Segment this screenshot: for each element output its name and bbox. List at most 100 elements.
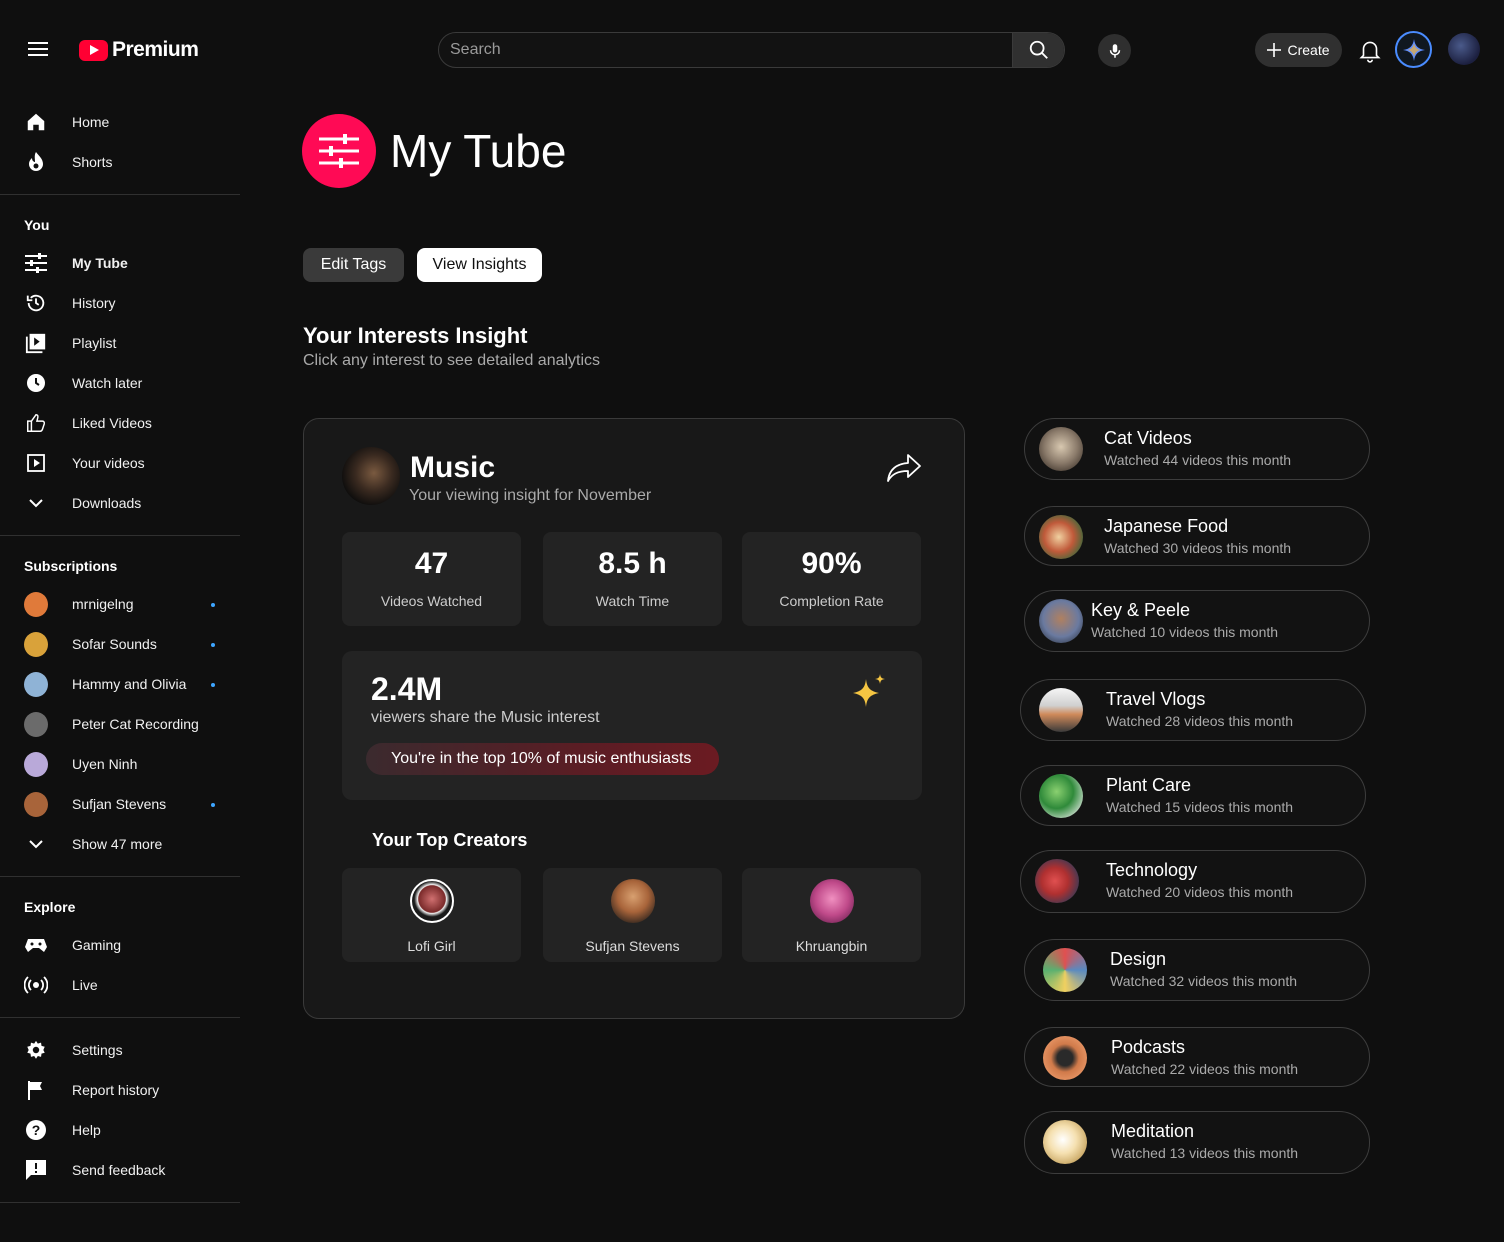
- interest-title: Cat Videos: [1104, 428, 1192, 448]
- interest-title: Key & Peele: [1091, 600, 1191, 620]
- interest-title: Travel Vlogs: [1106, 689, 1206, 709]
- subscription-label: Uyen Ninh: [72, 756, 138, 772]
- viewers-panel: 2.4M viewers share the Music interest Yo…: [342, 651, 922, 800]
- interest-item-plant-care[interactable]: Plant Care Watched 15 videos this month: [1020, 765, 1366, 826]
- youtube-logo-icon: [79, 39, 108, 61]
- stat-completion-rate: 90% Completion Rate: [742, 532, 921, 626]
- subscription-label: Sofar Sounds: [72, 636, 157, 652]
- live-icon: [24, 973, 48, 997]
- subscription-item[interactable]: Uyen Ninh: [0, 744, 240, 784]
- account-avatar[interactable]: [1448, 33, 1480, 65]
- subscription-item[interactable]: Hammy and Olivia: [0, 664, 240, 704]
- section-title-subscriptions: Subscriptions: [24, 558, 118, 574]
- sidebar-item-label: Shorts: [72, 154, 113, 170]
- sidebar-item-report-history[interactable]: Report history: [0, 1070, 240, 1110]
- view-insights-button[interactable]: View Insights: [417, 248, 542, 282]
- subscription-label: Sufjan Stevens: [72, 796, 167, 812]
- interest-item-travel-vlogs[interactable]: Travel Vlogs Watched 28 videos this mont…: [1020, 679, 1366, 741]
- clock-icon: [24, 371, 48, 395]
- stat-watch-time: 8.5 h Watch Time: [543, 532, 722, 626]
- sidebar-item-label: My Tube: [72, 255, 128, 271]
- youtube-premium-logo[interactable]: Premium: [79, 38, 199, 62]
- interest-subtitle: Watched 13 videos this month: [1111, 1145, 1299, 1161]
- sidebar-item-your-videos[interactable]: Your videos: [0, 443, 240, 483]
- subscription-label: Hammy and Olivia: [72, 676, 187, 692]
- voice-search-button[interactable]: [1098, 34, 1131, 67]
- sidebar-item-label: Home: [72, 114, 110, 130]
- sidebar-item-settings[interactable]: Settings: [0, 1030, 240, 1070]
- home-icon: [24, 110, 48, 134]
- interest-item-technology[interactable]: Technology Watched 20 videos this month: [1020, 850, 1366, 913]
- bell-icon: [1359, 41, 1381, 63]
- card-subtitle: Your viewing insight for November: [409, 487, 652, 504]
- sidebar-item-home[interactable]: Home: [0, 102, 240, 142]
- gear-icon: [24, 1038, 48, 1062]
- search-button[interactable]: [1012, 33, 1064, 67]
- interest-item-key-peele[interactable]: Key & Peele Watched 10 videos this month: [1024, 590, 1370, 652]
- sidebar-item-help[interactable]: ? Help: [0, 1110, 240, 1150]
- interest-item-japanese-food[interactable]: Japanese Food Watched 30 videos this mon…: [1024, 506, 1370, 566]
- sidebar-item-label: History: [72, 295, 116, 311]
- search-input[interactable]: [439, 33, 1012, 67]
- card-title: Music: [410, 451, 496, 484]
- subscription-item[interactable]: Peter Cat Recording: [0, 704, 240, 744]
- section-heading: Your Interests Insight: [303, 323, 528, 348]
- notifications-button[interactable]: [1357, 37, 1383, 68]
- new-content-dot: [211, 683, 215, 687]
- stat-value: 8.5 h: [598, 547, 667, 580]
- sidebar-item-history[interactable]: History: [0, 283, 240, 323]
- subscription-label: Peter Cat Recording: [72, 716, 199, 732]
- create-button[interactable]: Create: [1255, 33, 1342, 67]
- section-title-explore: Explore: [24, 899, 76, 915]
- sidebar-item-my-tube[interactable]: My Tube: [0, 243, 240, 283]
- section-title-you[interactable]: You: [0, 207, 240, 243]
- chevron-down-icon: [24, 832, 48, 856]
- interest-subtitle: Watched 44 videos this month: [1104, 452, 1292, 468]
- share-icon: [887, 454, 921, 482]
- top-percent-badge: You're in the top 10% of music enthusias…: [366, 743, 719, 775]
- sidebar-item-label: Downloads: [72, 495, 142, 511]
- sidebar-item-label: Settings: [72, 1042, 123, 1058]
- music-insight-card: Music Your viewing insight for November …: [303, 418, 965, 1019]
- interest-item-podcasts[interactable]: Podcasts Watched 22 videos this month: [1024, 1027, 1370, 1087]
- creator-card[interactable]: Lofi Girl: [342, 868, 521, 962]
- sidebar-item-playlist[interactable]: Playlist: [0, 323, 240, 363]
- sidebar-item-shorts[interactable]: Shorts: [0, 142, 240, 182]
- interest-thumbnail: [1039, 515, 1083, 559]
- interest-item-design[interactable]: Design Watched 32 videos this month: [1024, 939, 1370, 1001]
- thumbs-up-icon: [24, 411, 48, 435]
- brand-label: Premium: [112, 38, 199, 61]
- sidebar-item-send-feedback[interactable]: Send feedback: [0, 1150, 240, 1190]
- creator-card[interactable]: Khruangbin: [742, 868, 921, 962]
- channel-avatar: [24, 791, 48, 817]
- sidebar: Home Shorts You My Tube History Playlist…: [0, 100, 240, 1215]
- sidebar-item-label: Gaming: [72, 937, 122, 953]
- interest-item-cat-videos[interactable]: Cat Videos Watched 44 videos this month: [1024, 418, 1370, 480]
- sidebar-item-watch-later[interactable]: Watch later: [0, 363, 240, 403]
- subscription-item[interactable]: Sufjan Stevens: [0, 784, 240, 824]
- page-title: My Tube: [390, 125, 567, 177]
- interest-subtitle: Watched 30 videos this month: [1104, 540, 1292, 556]
- sidebar-item-label: Report history: [72, 1082, 160, 1098]
- gemini-button[interactable]: [1395, 31, 1432, 68]
- sidebar-item-gaming[interactable]: Gaming: [0, 925, 240, 965]
- menu-icon[interactable]: [28, 42, 48, 58]
- subscription-label: mrnigelng: [72, 596, 134, 612]
- subscription-item[interactable]: Sofar Sounds: [0, 624, 240, 664]
- divider: [0, 535, 240, 536]
- creator-card[interactable]: Sufjan Stevens: [543, 868, 722, 962]
- interest-thumbnail: [1035, 859, 1079, 903]
- share-button[interactable]: [886, 453, 922, 488]
- show-more-button[interactable]: Show 47 more: [0, 824, 240, 864]
- channel-avatar: [24, 751, 48, 777]
- interest-item-meditation[interactable]: Meditation Watched 13 videos this month: [1024, 1111, 1370, 1174]
- sidebar-item-label: Watch later: [72, 375, 143, 391]
- subscription-item[interactable]: mrnigelng: [0, 584, 240, 624]
- sidebar-item-downloads[interactable]: Downloads: [0, 483, 240, 523]
- edit-tags-button[interactable]: Edit Tags: [303, 248, 404, 282]
- interest-subtitle: Watched 10 videos this month: [1091, 624, 1279, 640]
- sparkle-icon: [1402, 38, 1425, 61]
- sidebar-item-live[interactable]: Live: [0, 965, 240, 1005]
- interest-title: Technology: [1106, 860, 1198, 880]
- sidebar-item-liked-videos[interactable]: Liked Videos: [0, 403, 240, 443]
